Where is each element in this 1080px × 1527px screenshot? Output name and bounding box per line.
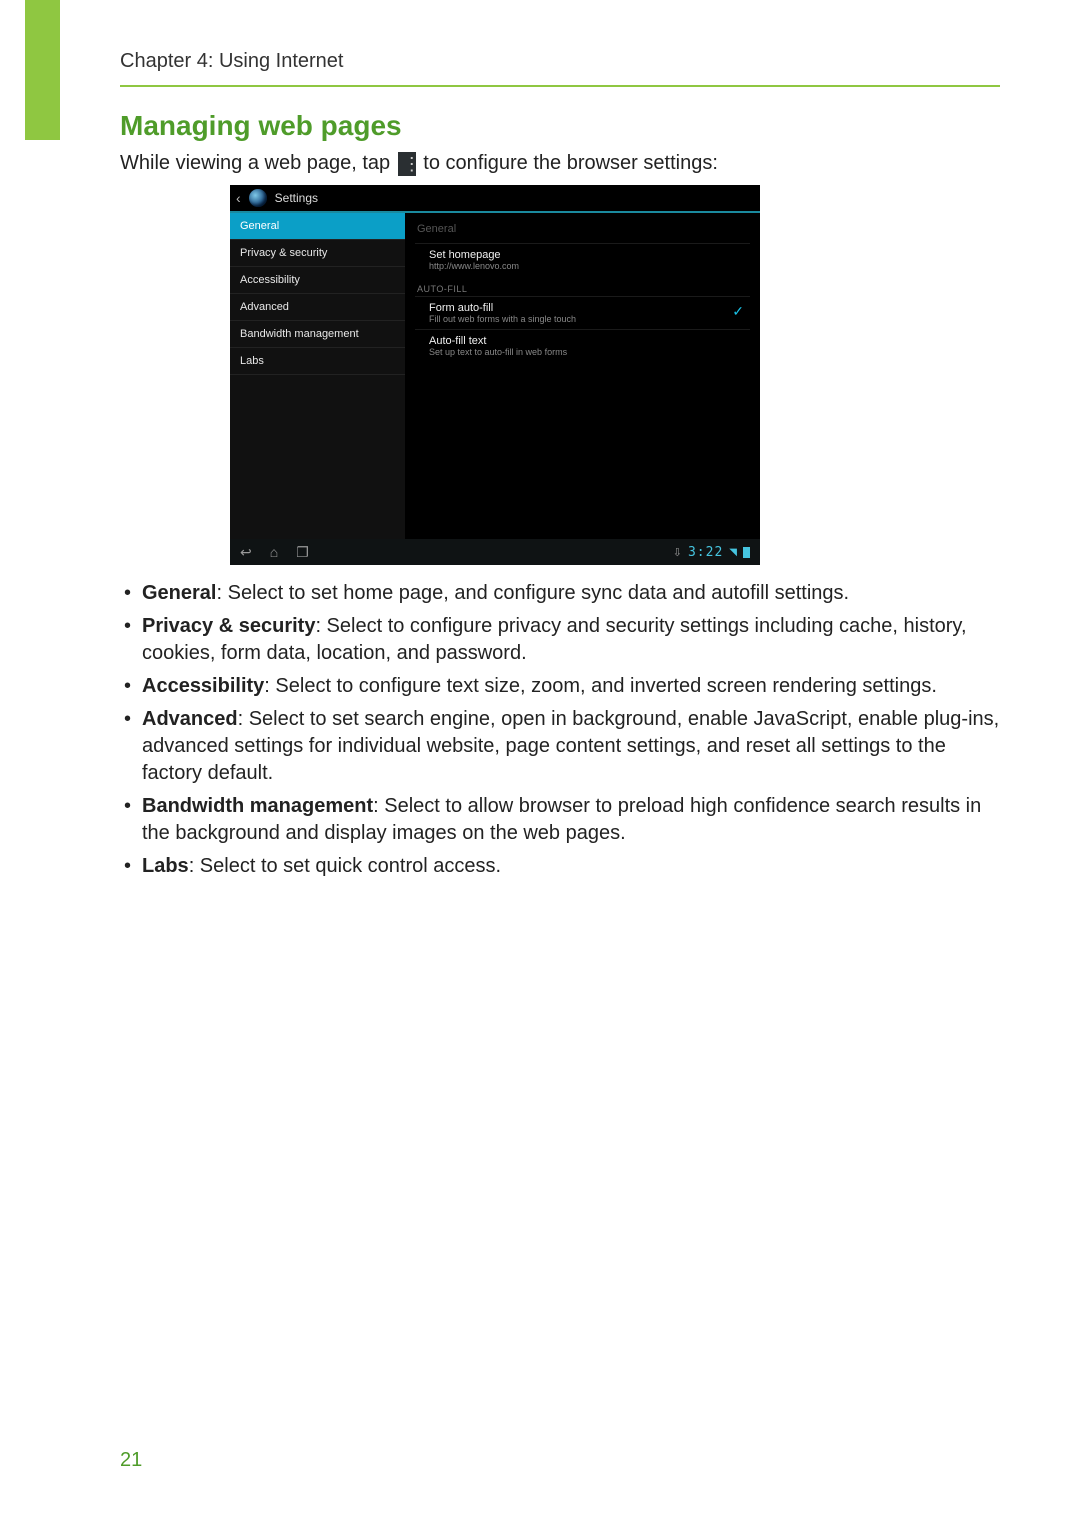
list-item: Labs: Select to set quick control access…: [120, 853, 1000, 880]
side-accent-tab: [25, 0, 60, 140]
checkmark-icon[interactable]: ✓: [732, 303, 744, 320]
autofill-text-row[interactable]: Auto-fill text Set up text to auto-fill …: [415, 329, 750, 362]
set-homepage-title: Set homepage: [429, 249, 750, 261]
settings-sidebar: General Privacy & security Accessibility…: [230, 213, 405, 543]
settings-main-panel: General Set homepage http://www.lenovo.c…: [405, 213, 760, 543]
battery-icon: [743, 547, 750, 558]
chapter-header: Chapter 4: Using Internet: [120, 50, 1000, 87]
list-item: General: Select to set home page, and co…: [120, 580, 1000, 607]
form-autofill-sub: Fill out web forms with a single touch: [429, 314, 750, 324]
overflow-menu-icon: [398, 152, 416, 176]
download-status-icon: ⇩: [673, 546, 682, 559]
settings-title: Settings: [275, 191, 318, 205]
autofill-section-label: AUTO-FILL: [415, 276, 750, 296]
sidebar-item-general[interactable]: General: [230, 213, 405, 240]
intro-before: While viewing a web page, tap: [120, 152, 396, 174]
sidebar-item-accessibility[interactable]: Accessibility: [230, 267, 405, 294]
chapter-text: Chapter 4: Using Internet: [120, 50, 343, 72]
list-item: Accessibility: Select to configure text …: [120, 673, 1000, 700]
list-item: Privacy & security: Select to configure …: [120, 613, 1000, 667]
statusbar-clock: 3:22: [688, 545, 723, 560]
autofill-text-sub: Set up text to auto-fill in web forms: [429, 347, 750, 357]
wifi-icon: ◥: [729, 547, 737, 558]
sidebar-item-labs[interactable]: Labs: [230, 348, 405, 375]
system-navbar: ↩ ⌂ ❐ ⇩ 3:22 ◥: [230, 539, 760, 565]
bullet-list: General: Select to set home page, and co…: [120, 580, 1000, 886]
page-number: 21: [120, 1449, 142, 1472]
recent-apps-icon[interactable]: ❐: [296, 544, 309, 561]
intro-after: to configure the browser settings:: [423, 152, 718, 174]
home-icon[interactable]: ⌂: [270, 544, 278, 561]
list-item: Advanced: Select to set search engine, o…: [120, 706, 1000, 787]
list-item: Bandwidth management: Select to allow br…: [120, 793, 1000, 847]
settings-screenshot: ‹ Settings General Privacy & security Ac…: [230, 185, 760, 565]
sidebar-item-advanced[interactable]: Advanced: [230, 294, 405, 321]
back-chevron-icon[interactable]: ‹: [236, 190, 241, 206]
autofill-text-title: Auto-fill text: [429, 335, 750, 347]
form-autofill-row[interactable]: Form auto-fill Fill out web forms with a…: [415, 296, 750, 329]
settings-topbar: ‹ Settings: [230, 185, 760, 213]
set-homepage-sub: http://www.lenovo.com: [429, 261, 750, 271]
sidebar-item-bandwidth[interactable]: Bandwidth management: [230, 321, 405, 348]
globe-icon: [249, 189, 267, 207]
set-homepage-row[interactable]: Set homepage http://www.lenovo.com: [415, 243, 750, 276]
sidebar-item-privacy[interactable]: Privacy & security: [230, 240, 405, 267]
main-panel-heading: General: [415, 219, 750, 243]
section-title: Managing web pages: [120, 110, 402, 142]
form-autofill-title: Form auto-fill: [429, 302, 750, 314]
intro-line: While viewing a web page, tap to configu…: [120, 150, 1000, 176]
back-icon[interactable]: ↩: [240, 544, 252, 561]
